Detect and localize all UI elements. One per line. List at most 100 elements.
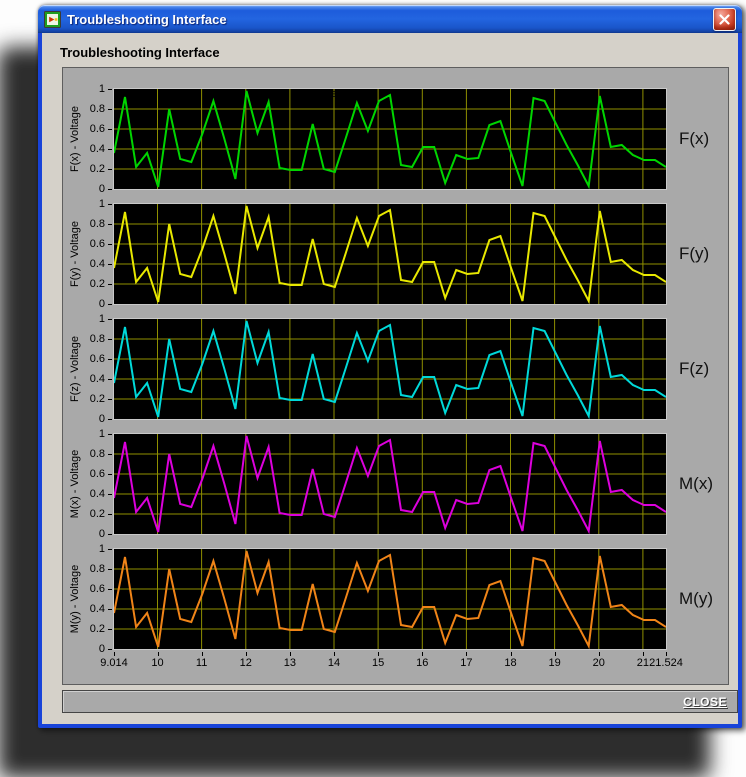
y-tick-mark [108, 549, 112, 550]
labview-vi-icon [44, 11, 61, 28]
y-tick-label: 0 [99, 643, 105, 655]
y-tick-label: 0 [99, 413, 105, 425]
y-tick-label: 0.6 [90, 123, 105, 135]
y-tick-mark [108, 189, 112, 190]
chart-plot-area [113, 548, 667, 650]
x-tick-label: 14 [328, 657, 340, 669]
troubleshooting-window: Troubleshooting Interface Troubleshootin… [38, 5, 742, 728]
x-tick-label: 19 [549, 657, 561, 669]
y-tick-label: 0.2 [90, 623, 105, 635]
chart-plot-area [113, 88, 667, 190]
x-tick-label: 9.014 [100, 657, 128, 669]
y-tick-mark [108, 379, 112, 380]
y-tick-label: 0 [99, 183, 105, 195]
y-tick-label: 0.6 [90, 353, 105, 365]
x-tick-label: 21 [637, 657, 649, 669]
x-tick-mark [202, 652, 203, 656]
x-tick-mark [643, 652, 644, 656]
waveform-chart: M(x) - Voltage 10.80.60.40.20 M(x) [63, 434, 728, 534]
y-tick-label: 0.8 [90, 218, 105, 230]
y-tick-label: 0.4 [90, 143, 105, 155]
y-tick-label: 0.4 [90, 258, 105, 270]
y-tick-label: 0.2 [90, 163, 105, 175]
y-tick-label: 0.8 [90, 333, 105, 345]
y-tick-mark [108, 149, 112, 150]
y-tick-mark [108, 474, 112, 475]
x-tick-label: 20 [593, 657, 605, 669]
x-axis-title: Time (sec) [313, 88, 365, 100]
y-tick-mark [108, 629, 112, 630]
y-tick-label: 0.6 [90, 238, 105, 250]
y-tick-mark [108, 649, 112, 650]
close-button[interactable]: CLOSE [62, 690, 738, 713]
y-tick-label: 0.2 [90, 393, 105, 405]
x-axis: 9.01410111213141516171819202121.524 [114, 651, 666, 683]
x-tick-mark [511, 652, 512, 656]
y-tick-mark [108, 129, 112, 130]
y-tick-label: 0 [99, 528, 105, 540]
chart-plot-area [113, 203, 667, 305]
y-tick-label: 0.8 [90, 103, 105, 115]
y-axis-ticks: 10.80.60.40.20 [63, 319, 113, 419]
x-tick-mark [290, 652, 291, 656]
waveform-trace [114, 434, 666, 534]
y-tick-mark [108, 109, 112, 110]
chart-plot-area [113, 318, 667, 420]
y-tick-mark [108, 534, 112, 535]
y-axis-ticks: 10.80.60.40.20 [63, 549, 113, 649]
y-tick-mark [108, 609, 112, 610]
y-axis-ticks: 10.80.60.40.20 [63, 89, 113, 189]
y-tick-mark [108, 434, 112, 435]
page-title: Troubleshooting Interface [60, 45, 220, 60]
x-tick-label: 21.524 [649, 657, 683, 669]
y-tick-label: 0.4 [90, 373, 105, 385]
y-tick-mark [108, 244, 112, 245]
y-tick-label: 0.6 [90, 468, 105, 480]
y-tick-label: 1 [99, 313, 105, 325]
y-tick-mark [108, 514, 112, 515]
x-tick-mark [114, 652, 115, 656]
y-tick-mark [108, 169, 112, 170]
y-tick-mark [108, 339, 112, 340]
x-tick-label: 17 [460, 657, 472, 669]
x-tick-mark [422, 652, 423, 656]
window-titlebar: Troubleshooting Interface [38, 5, 742, 33]
x-tick-mark [555, 652, 556, 656]
y-tick-label: 0.8 [90, 563, 105, 575]
y-tick-mark [108, 89, 112, 90]
waveform-chart: F(y) - Voltage 10.80.60.40.20 F(y) [63, 204, 728, 304]
y-tick-label: 1 [99, 543, 105, 555]
y-tick-mark [108, 264, 112, 265]
y-tick-mark [108, 359, 112, 360]
channel-label: M(y) [679, 589, 713, 609]
y-tick-label: 0 [99, 298, 105, 310]
window-client-area: Troubleshooting Interface F(x) - Voltage… [42, 33, 738, 724]
channel-label: F(x) [679, 129, 709, 149]
x-tick-mark [599, 652, 600, 656]
y-tick-label: 0.4 [90, 603, 105, 615]
chart-plot-area [113, 433, 667, 535]
y-axis-ticks: 10.80.60.40.20 [63, 434, 113, 534]
y-tick-label: 1 [99, 198, 105, 210]
waveform-trace [114, 204, 666, 304]
y-tick-label: 0.2 [90, 278, 105, 290]
y-tick-mark [108, 454, 112, 455]
window-close-button[interactable] [713, 8, 736, 31]
y-tick-mark [108, 419, 112, 420]
channel-label: F(y) [679, 244, 709, 264]
y-tick-mark [108, 569, 112, 570]
waveform-trace [114, 319, 666, 419]
y-tick-mark [108, 304, 112, 305]
close-icon [719, 14, 730, 25]
charts-panel: F(x) - Voltage 10.80.60.40.20 F(x) F(y) … [62, 67, 729, 685]
waveform-chart: F(z) - Voltage 10.80.60.40.20 F(z) [63, 319, 728, 419]
y-tick-label: 0.4 [90, 488, 105, 500]
y-tick-mark [108, 494, 112, 495]
y-tick-mark [108, 204, 112, 205]
waveform-chart: F(x) - Voltage 10.80.60.40.20 F(x) [63, 89, 728, 189]
x-tick-label: 13 [284, 657, 296, 669]
y-axis-ticks: 10.80.60.40.20 [63, 204, 113, 304]
y-tick-mark [108, 589, 112, 590]
window-title: Troubleshooting Interface [67, 12, 707, 27]
waveform-trace [114, 549, 666, 649]
